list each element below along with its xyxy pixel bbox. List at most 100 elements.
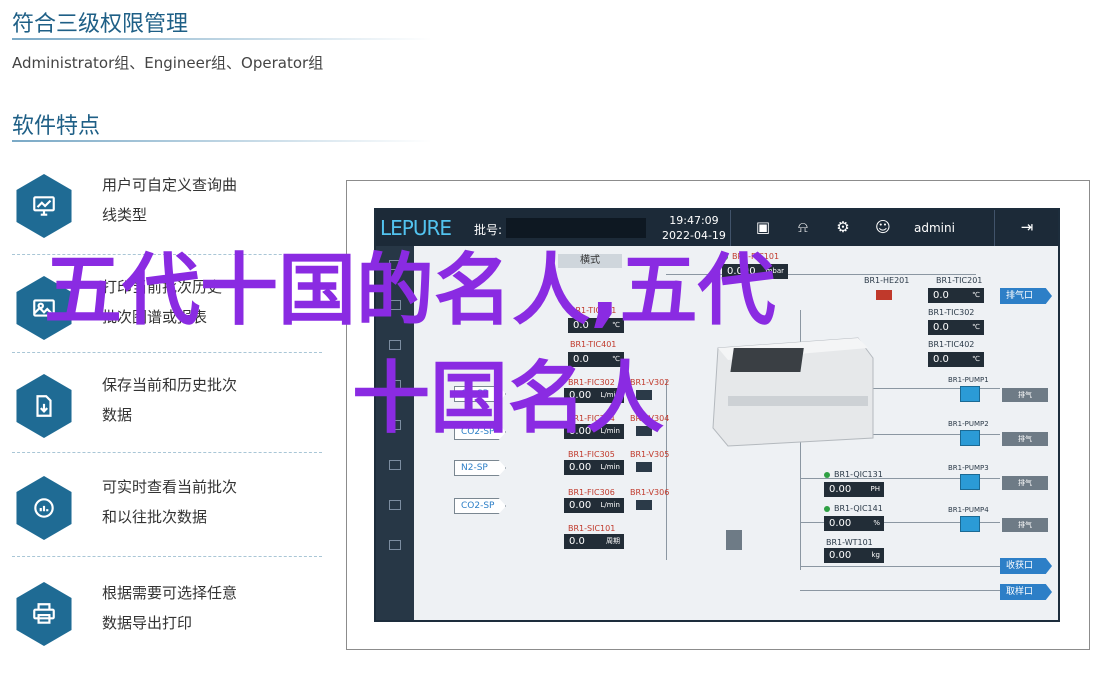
feature-item-save-batch: 保存当前和历史批次 数据: [12, 360, 322, 450]
pump2-tag: BR1-PUMP2: [948, 420, 989, 428]
tic402-unit: ℃: [972, 355, 980, 363]
pump3-tag: BR1-PUMP3: [948, 464, 989, 472]
qic141-value: 0.00 %: [824, 516, 884, 531]
nav-icon[interactable]: [389, 500, 401, 510]
feature-item-realtime-view: 可实时查看当前批次 和以往批次数据: [12, 462, 322, 552]
sic101-tag: BR1-SIC101: [568, 524, 616, 533]
tic201-number: 0.0: [933, 290, 949, 301]
status-dot: [824, 506, 830, 512]
feature-text-line1: 用户可自定义查询曲: [102, 176, 238, 194]
fic305-value: 0.00 L/min: [564, 460, 624, 475]
nav-icon[interactable]: [389, 340, 401, 350]
pump3-state[interactable]: 排气: [1002, 476, 1048, 490]
pump2-icon[interactable]: [960, 430, 980, 446]
feature-divider: [12, 352, 322, 353]
pump1-state[interactable]: 排气: [1002, 388, 1048, 402]
pipe: [800, 566, 1000, 567]
wt101-tag: BR1-WT101: [826, 538, 873, 547]
pump4-tag: BR1-PUMP4: [948, 506, 989, 514]
valve-v305[interactable]: [636, 462, 652, 472]
feature-item-query-curve: 用户可自定义查询曲 线类型: [12, 160, 322, 250]
toolbar-separator: [994, 210, 995, 246]
nav-icon[interactable]: [389, 540, 401, 550]
gas-sp-button[interactable]: N2-SP: [454, 460, 506, 476]
fic306-value: 0.00 L/min: [564, 498, 624, 513]
permissions-description: Administrator组、Engineer组、Operator组: [12, 54, 324, 72]
fic305-number: 0.00: [569, 462, 592, 473]
feature-divider: [12, 452, 322, 453]
exhaust-port-button[interactable]: 排气口: [1000, 288, 1052, 304]
tic401-tag: BR1-TIC401: [570, 340, 617, 349]
image-view-icon[interactable]: ▣: [752, 218, 774, 238]
clock-date: 2022-04-19: [662, 229, 726, 242]
feature-text-line1: 保存当前和历史批次: [102, 376, 238, 394]
pump3-icon[interactable]: [960, 474, 980, 490]
clock-time: 19:47:09: [669, 214, 719, 227]
tic302-value: 0.0 ℃: [928, 320, 984, 335]
qic131-tag: BR1-QIC131: [834, 470, 883, 479]
sic101-value: 0.0 周期: [564, 534, 624, 549]
feature-text-line1: 可实时查看当前批次: [102, 478, 238, 496]
v306-tag: BR1-V306: [630, 488, 670, 497]
he201-tag: BR1-HE201: [864, 276, 910, 285]
toolbar-separator: [730, 210, 731, 246]
valve-v306[interactable]: [636, 500, 652, 510]
sample-port-button[interactable]: 取样口: [1000, 584, 1052, 600]
v305-tag: BR1-V305: [630, 450, 670, 459]
clock: 19:47:09 2022-04-19: [662, 213, 726, 243]
tic201-tag: BR1-TIC201: [936, 276, 983, 285]
user-name[interactable]: admini: [914, 221, 955, 235]
fic306-unit: L/min: [600, 501, 620, 509]
fic305-tag: BR1-FIC305: [568, 450, 615, 459]
fic306-tag: BR1-FIC306: [568, 488, 615, 497]
qic141-number: 0.00: [829, 518, 852, 529]
qic141-unit: %: [873, 519, 880, 527]
gas-sp-button[interactable]: CO2-SP: [454, 498, 506, 514]
pump4-state[interactable]: 排气: [1002, 518, 1048, 532]
feature-text-line2: 数据: [102, 406, 133, 424]
wt101-value: 0.00 kg: [824, 548, 884, 563]
nav-icon[interactable]: [389, 460, 401, 470]
feature-text-line1: 根据需要可选择任意: [102, 584, 238, 602]
tic201-value: 0.0 ℃: [928, 288, 984, 303]
heater-indicator: [876, 290, 892, 300]
sic101-unit: 周期: [606, 537, 620, 545]
qic131-number: 0.00: [829, 484, 852, 495]
pump2-state[interactable]: 排气: [1002, 432, 1048, 446]
tic302-unit: ℃: [972, 323, 980, 331]
wt101-unit: kg: [871, 551, 881, 559]
pipe: [666, 380, 667, 560]
printer-icon: [16, 582, 72, 646]
feature-text-line2: 和以往批次数据: [102, 508, 208, 526]
overlay-headline-line1: 五代十国的名人,五代: [44, 246, 776, 336]
batch-label: 批号:: [474, 223, 503, 237]
alarm-bell-icon[interactable]: ⍾: [792, 218, 814, 238]
logout-icon[interactable]: ⇥: [1016, 218, 1038, 238]
permissions-title-rule: [12, 38, 432, 40]
tic302-number: 0.0: [933, 322, 949, 333]
agitator-motor[interactable]: [726, 530, 742, 550]
bioreactor-device-image: [708, 318, 878, 448]
qic131-unit: PH: [870, 485, 881, 493]
gear-icon[interactable]: ⚙: [832, 218, 854, 238]
feature-text-line2: 线类型: [102, 206, 148, 224]
app-toolbar: LEPURE 批号: 19:47:09 2022-04-19 ▣ ⍾ ⚙ ☺ a…: [376, 210, 1058, 246]
pump4-icon[interactable]: [960, 516, 980, 532]
pump1-icon[interactable]: [960, 386, 980, 402]
chart-monitor-icon: [16, 174, 72, 238]
permissions-title: 符合三级权限管理: [12, 12, 189, 37]
user-icon[interactable]: ☺: [872, 218, 894, 238]
feature-divider: [12, 556, 322, 557]
tic402-tag: BR1-TIC402: [928, 340, 975, 349]
sic101-number: 0.0: [569, 536, 585, 547]
collect-port-button[interactable]: 收获口: [1000, 558, 1052, 574]
batch-number-field[interactable]: [506, 218, 646, 238]
pipe: [800, 590, 1000, 591]
fic305-unit: L/min: [600, 463, 620, 471]
feature-item-export-print: 根据需要可选择任意 数据导出打印: [12, 568, 322, 658]
status-dot: [824, 472, 830, 478]
file-download-icon: [16, 374, 72, 438]
tic201-unit: ℃: [972, 291, 980, 299]
features-title-rule: [12, 140, 432, 142]
feature-text-line2: 数据导出打印: [102, 614, 193, 632]
